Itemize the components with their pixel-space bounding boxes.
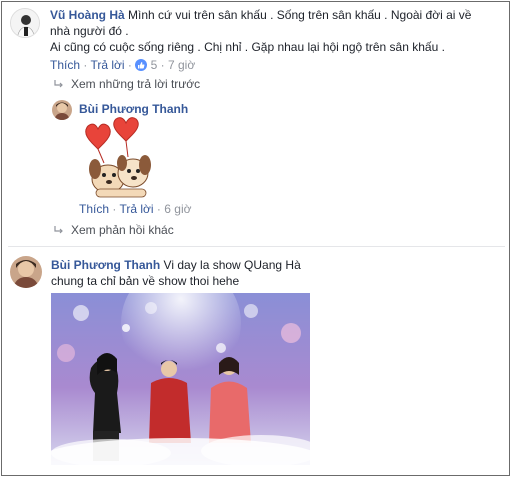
timestamp[interactable]: 6 giờ [164, 202, 191, 216]
reply-actions: Thích · Trả lời · 6 giờ [79, 202, 192, 216]
avatar[interactable] [52, 100, 72, 120]
divider [8, 246, 505, 247]
like-button[interactable]: Thích [79, 202, 109, 216]
author-name[interactable]: Bùi Phương Thanh [51, 258, 160, 272]
comment-text-line: Mình cứ vui trên sân khấu . Sống trên sâ… [124, 8, 472, 22]
reply-button[interactable]: Trả lời [90, 58, 124, 72]
reply-arrow-icon [54, 80, 63, 88]
like-button[interactable]: Thích [50, 58, 80, 72]
attached-photo[interactable] [51, 293, 310, 465]
comment-text-line: Ai cũng có cuộc sống riêng . Chị nhỉ . G… [50, 40, 445, 54]
view-previous-replies-link[interactable]: Xem những trả lời trước [71, 77, 200, 91]
like-reaction-icon[interactable] [135, 59, 148, 71]
avatar[interactable] [10, 8, 40, 38]
avatar[interactable] [10, 256, 42, 288]
view-more-replies-link[interactable]: Xem phản hồi khác [71, 223, 174, 237]
comment-text-line: nhà người đó . [50, 24, 129, 38]
comment-actions: Thích · Trả lời · 5 · 7 giờ [50, 58, 196, 72]
comment-body: Vũ Hoàng Hà Mình cứ vui trên sân khấu . … [50, 7, 471, 23]
timestamp[interactable]: 7 giờ [168, 58, 195, 72]
reply-button[interactable]: Trả lời [119, 202, 153, 216]
reply-arrow-icon [54, 226, 63, 234]
comment-text-line: chung ta chỉ bản về show thoi hehe [51, 274, 240, 288]
author-name[interactable]: Vũ Hoàng Hà [50, 8, 125, 22]
reaction-count[interactable]: 5 [151, 58, 158, 72]
author-name[interactable]: Bùi Phương Thanh [79, 102, 188, 116]
puppies-with-hearts-sticker [78, 117, 160, 199]
comment-body: Bùi Phương Thanh Vi day la show QUang Hà [51, 257, 301, 273]
comment-text-line: Vi day la show QUang Hà [160, 258, 301, 272]
